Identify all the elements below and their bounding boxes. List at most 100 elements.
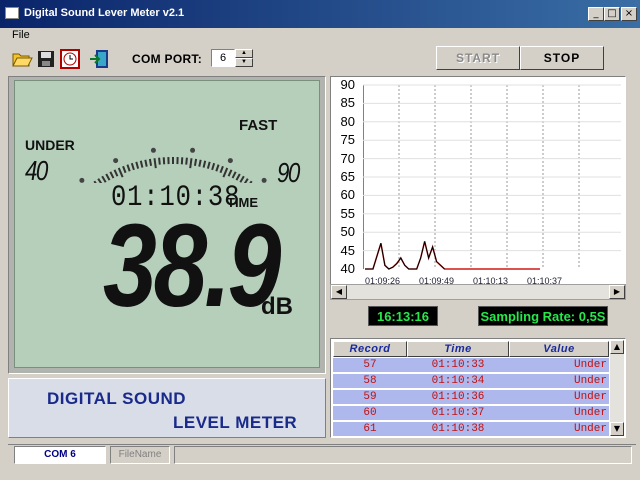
y-tick-label: 55 xyxy=(340,205,355,221)
scale-tick xyxy=(105,173,111,181)
scale-tick xyxy=(122,165,127,174)
y-tick-label: 40 xyxy=(340,261,355,276)
cell-time: 01:10:37 xyxy=(431,407,485,419)
scale-tick xyxy=(101,175,107,183)
clock-display: 16:13:16 xyxy=(368,306,438,326)
scale-tick xyxy=(206,161,211,169)
chart-panel: 90 85 80 75 70 65 60 55 50 45 40 01:09:26 01:09:49 0… xyxy=(330,76,626,286)
scale-dot xyxy=(79,177,85,183)
scale-tick xyxy=(93,180,97,183)
scale-dot xyxy=(113,158,119,164)
scale-tick xyxy=(117,167,124,178)
y-tick-label: 90 xyxy=(340,77,355,92)
chart-scrollbar[interactable]: ◀ ▶ xyxy=(330,284,626,300)
cell-value: Under xyxy=(573,423,607,435)
stop-button[interactable]: STOP xyxy=(520,46,604,70)
start-button[interactable]: START xyxy=(436,46,520,70)
minimize-button[interactable]: _ xyxy=(588,7,604,21)
table-row[interactable]: 60 01:10:37 Under xyxy=(333,406,609,421)
scale-tick xyxy=(243,178,249,183)
cell-record: 58 xyxy=(363,375,377,387)
lcd-unit: dB xyxy=(261,293,293,320)
exit-button[interactable] xyxy=(88,48,112,70)
scale-tick xyxy=(135,161,140,169)
open-button[interactable] xyxy=(10,48,34,70)
y-tick-label: 65 xyxy=(340,169,355,184)
y-tick-label: 60 xyxy=(340,187,355,203)
scroll-right-icon[interactable]: ▶ xyxy=(609,285,625,299)
table-row[interactable]: 57 01:10:33 Under xyxy=(333,358,609,373)
header-value[interactable]: Value xyxy=(509,341,609,357)
menu-file[interactable]: File xyxy=(12,29,30,41)
header-time[interactable]: Time xyxy=(407,341,509,357)
series-baseline xyxy=(365,241,540,270)
lcd-scale-arc xyxy=(79,147,267,183)
scroll-down-icon[interactable]: ▼ xyxy=(610,422,624,436)
lcd-display: UNDER FAST 40 90 01:10:38 TIME 38.9 A dB xyxy=(14,80,320,368)
scale-tick xyxy=(193,158,198,166)
status-port: COM 6 xyxy=(14,446,106,464)
title-line-1: DIGITAL SOUND xyxy=(47,389,187,408)
save-button[interactable] xyxy=(34,48,58,70)
timer-button[interactable] xyxy=(58,48,82,70)
scale-tick xyxy=(144,159,148,167)
lcd-scale-min: 40 xyxy=(25,155,48,186)
scale-tick xyxy=(113,169,119,177)
scale-tick xyxy=(97,178,103,183)
scale-tick xyxy=(126,164,131,172)
scale-tick xyxy=(219,165,224,174)
records-table: Record Time Value 57 01:10:33 Under 58 01:10… xyxy=(330,338,626,438)
scale-tick xyxy=(249,180,253,183)
scale-tick xyxy=(215,164,220,172)
spin-down-icon[interactable]: ▼ xyxy=(235,58,253,67)
cell-record: 61 xyxy=(363,423,377,435)
scale-tick xyxy=(109,171,115,179)
lcd-reading: 38.9 xyxy=(103,200,281,332)
title-bar: Digital Sound Lever Meter v2.1 _ □ × xyxy=(0,0,640,28)
scale-tick xyxy=(139,160,144,168)
scale-tick xyxy=(185,157,188,165)
scale-tick xyxy=(211,162,216,171)
scale-dot xyxy=(150,147,156,153)
cell-value: Under xyxy=(573,375,607,387)
cell-record: 60 xyxy=(363,407,377,419)
series-line xyxy=(365,241,445,270)
cell-time: 01:10:34 xyxy=(431,375,485,387)
scale-dot xyxy=(227,158,233,164)
y-tick-label: 80 xyxy=(340,113,355,129)
chart-plot: 01:09:26 01:09:49 01:10:13 01:10:37 xyxy=(363,84,621,286)
scroll-left-icon[interactable]: ◀ xyxy=(331,285,347,299)
spin-up-icon[interactable]: ▲ xyxy=(235,49,253,58)
com-port-spinner[interactable]: ▲ ▼ xyxy=(235,49,253,67)
cell-time: 01:10:36 xyxy=(431,391,485,403)
title-line-2: LEVEL METER xyxy=(173,413,298,432)
table-row[interactable]: 61 01:10:38 Under xyxy=(333,422,609,437)
app-icon xyxy=(5,7,19,19)
scale-tick xyxy=(148,158,153,166)
table-row[interactable]: 58 01:10:34 Under xyxy=(333,374,609,389)
close-button[interactable]: × xyxy=(621,7,637,21)
scale-dot xyxy=(261,177,267,183)
save-disk-icon xyxy=(38,51,54,67)
menu-bar: File xyxy=(0,28,640,44)
maximize-button[interactable]: □ xyxy=(604,7,620,21)
status-blank xyxy=(174,446,632,464)
table-scrollbar[interactable]: ▲ ▼ xyxy=(610,340,624,436)
y-tick-label: 45 xyxy=(340,242,355,258)
y-tick-label: 85 xyxy=(340,95,355,111)
clock-icon xyxy=(60,49,80,69)
exit-door-icon xyxy=(90,50,108,68)
com-port-label: COM PORT: xyxy=(132,52,203,66)
scale-tick xyxy=(130,162,135,171)
scale-tick xyxy=(202,160,207,168)
scale-tick xyxy=(222,167,229,178)
header-record[interactable]: Record xyxy=(333,341,407,357)
com-port-field[interactable]: 6 xyxy=(211,49,235,67)
window-title: Digital Sound Lever Meter v2.1 xyxy=(24,7,185,19)
title-panel: DIGITAL SOUND LEVEL METER xyxy=(8,378,326,438)
scale-tick xyxy=(198,159,202,167)
table-row[interactable]: 59 01:10:36 Under xyxy=(333,390,609,405)
y-tick-label: 75 xyxy=(340,132,355,148)
cell-value: Under xyxy=(573,391,607,403)
scroll-up-icon[interactable]: ▲ xyxy=(610,340,624,354)
